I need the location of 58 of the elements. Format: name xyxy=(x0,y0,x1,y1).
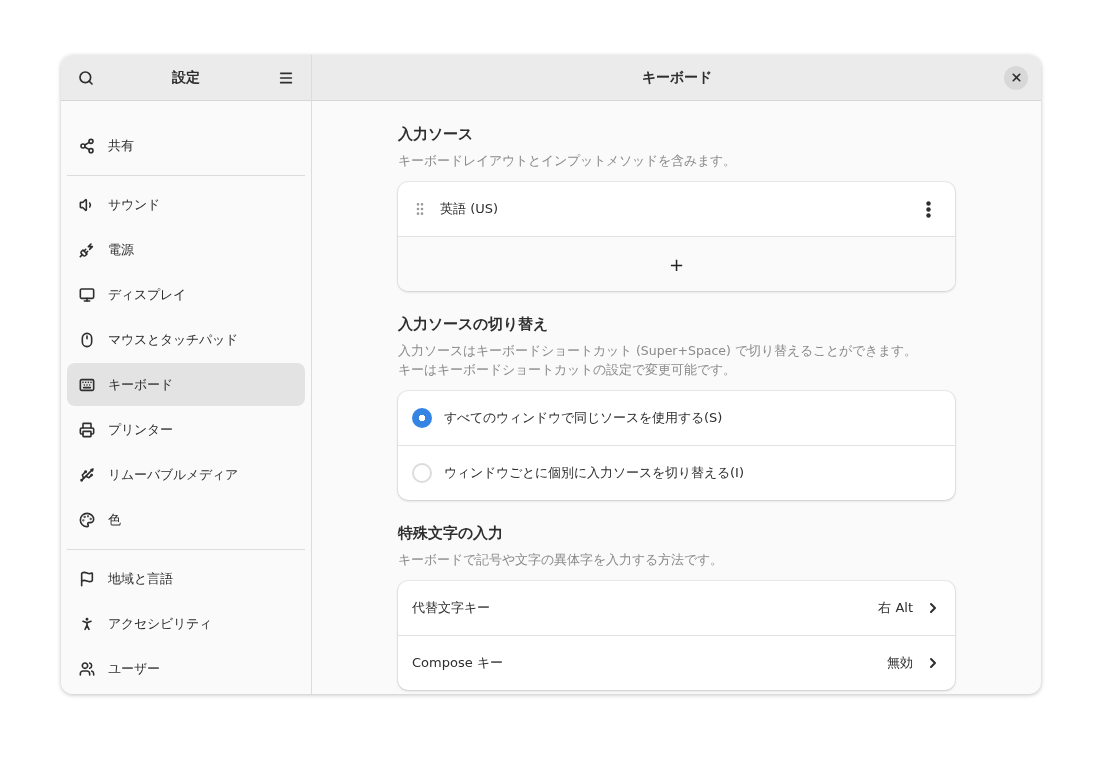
person-icon xyxy=(79,615,95,632)
mouse-icon xyxy=(79,331,95,348)
sidebar-item[interactable]: サウンド xyxy=(67,183,305,226)
sidebar-item[interactable]: 地域と言語 xyxy=(67,557,305,600)
radio-button[interactable] xyxy=(412,463,432,483)
input-source-label: 英語 (US) xyxy=(440,200,500,218)
section-description: キーボードレイアウトとインプットメソッドを含みます。 xyxy=(398,152,737,170)
share-icon xyxy=(79,137,95,154)
sidebar-item[interactable]: プリンター xyxy=(67,408,305,451)
sidebar-item[interactable]: リムーバブルメディア xyxy=(67,453,305,496)
flag-icon xyxy=(79,570,95,587)
sidebar-item-label: 電源 xyxy=(108,240,134,259)
sidebar-item-label: キーボード xyxy=(108,375,173,394)
keyboard-icon xyxy=(79,376,95,393)
section-title: 入力ソース xyxy=(398,125,474,144)
sidebar-item-label: ディスプレイ xyxy=(108,285,186,304)
usb-stick-icon xyxy=(79,466,95,483)
section-description: キーはキーボードショートカットの設定で変更可能です。 xyxy=(398,361,737,379)
sidebar-item-label: 地域と言語 xyxy=(108,569,173,588)
search-icon xyxy=(78,69,94,86)
more-icon xyxy=(925,200,931,218)
users-icon xyxy=(79,660,95,677)
sidebar-item[interactable]: マウスとタッチパッド xyxy=(67,318,305,361)
radio-label: ウィンドウごとに個別に入力ソースを切り替える(I) xyxy=(444,464,745,482)
sidebar-item-label: 色 xyxy=(108,510,121,529)
sidebar-item[interactable]: 電源 xyxy=(67,228,305,271)
close-button[interactable] xyxy=(1004,65,1028,90)
section-description: 入力ソースはキーボードショートカット (Super+Space) で切り替えることができます。 xyxy=(398,342,918,360)
sidebar-item-label: サウンド xyxy=(108,195,160,214)
sidebar-item-label: プリンター xyxy=(108,420,173,439)
setting-value: 無効 xyxy=(887,654,913,672)
add-button[interactable]: + xyxy=(398,236,955,291)
sidebar-item[interactable]: ディスプレイ xyxy=(67,273,305,316)
section-description: キーボードで記号や文字の異体字を入力する方法です。 xyxy=(398,551,724,569)
setting-value: 右 Alt xyxy=(878,599,913,617)
palette-icon xyxy=(79,511,95,528)
section-title: 入力ソースの切り替え xyxy=(398,315,549,334)
sidebar-item-label: マウスとタッチパッド xyxy=(108,330,238,349)
radio-button[interactable] xyxy=(412,408,432,428)
sidebar-item[interactable]: アクセシビリティ xyxy=(67,602,305,645)
monitor-icon xyxy=(79,286,95,303)
setting-label: 代替文字キー xyxy=(412,599,491,617)
sidebar-item[interactable]: キーボード xyxy=(67,363,305,406)
section-title: 特殊文字の入力 xyxy=(398,524,504,543)
sidebar-item[interactable]: 共有 xyxy=(67,124,305,167)
sidebar-item-label: リムーバブルメディア xyxy=(108,465,238,484)
page-title: キーボード xyxy=(641,68,712,87)
plug-icon xyxy=(79,241,95,258)
printer-icon xyxy=(79,421,95,438)
sidebar-item[interactable]: 色 xyxy=(67,498,305,541)
sidebar-item-label: アクセシビリティ xyxy=(108,614,212,633)
sidebar-item-label: ユーザー xyxy=(108,659,160,678)
sidebar-item[interactable]: ユーザー xyxy=(67,647,305,690)
sidebar-item-label: 共有 xyxy=(108,136,134,155)
sidebar-title: 設定 xyxy=(172,68,200,87)
close-icon xyxy=(1009,71,1023,84)
radio-label: すべてのウィンドウで同じソースを使用する(S) xyxy=(444,409,724,427)
setting-label: Compose キー xyxy=(412,654,504,672)
